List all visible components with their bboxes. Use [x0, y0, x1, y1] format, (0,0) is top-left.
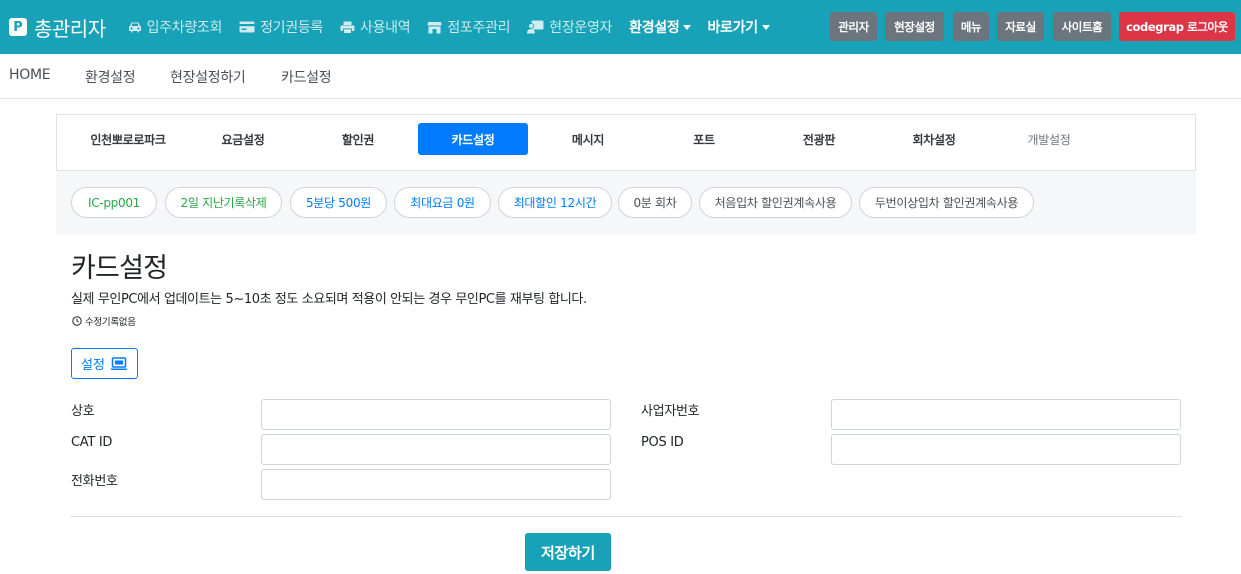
phone-number-label: 전화번호 — [71, 474, 118, 489]
tab-fee-settings[interactable]: 요금설정 — [188, 123, 298, 155]
history-text: 수정기록없음 — [85, 317, 136, 328]
nav-item-label: 사용내역 — [360, 20, 411, 36]
chip-site-code[interactable]: IC-pp001 — [71, 187, 157, 218]
tab-return-settings[interactable]: 회차설정 — [879, 123, 989, 155]
pos-id-label: POS ID — [641, 435, 684, 450]
company-name-label: 상호 — [71, 404, 95, 419]
menu-button[interactable]: 메뉴 — [953, 12, 989, 41]
chip-first-entry-discount[interactable]: 처음입차 할인권계속사용 — [699, 187, 852, 218]
tab-card-settings[interactable]: 카드설정 — [418, 123, 528, 155]
print-icon — [340, 21, 355, 34]
app-title: 총관리자 — [34, 16, 106, 41]
nav-item-label: 입주차량조회 — [146, 20, 223, 36]
site-setting-button[interactable]: 현장설정 — [885, 12, 944, 41]
nav-item-label: 현장운영자 — [549, 20, 613, 36]
nav-item-usage-history[interactable]: 사용내역 — [340, 17, 411, 37]
company-name-input[interactable] — [261, 399, 611, 430]
chip-return-time[interactable]: 0분 회차 — [618, 187, 692, 218]
car-icon — [128, 22, 141, 33]
breadcrumb-home[interactable]: HOME — [9, 67, 51, 83]
tab-message[interactable]: 메시지 — [533, 123, 643, 155]
store-icon — [427, 21, 442, 33]
nav-item-label: 정기권등록 — [260, 20, 323, 36]
logout-button[interactable]: codegrap 로그아웃 — [1119, 12, 1235, 41]
admin-button[interactable]: 관리자 — [830, 12, 877, 41]
nav-dropdown-label: 환경설정 — [629, 20, 680, 36]
page-title: 카드설정 — [71, 253, 168, 284]
nav-item-pass-register[interactable]: 정기권등록 — [239, 17, 323, 37]
chip-repeat-entry-discount[interactable]: 두번이상입차 할인권계속사용 — [859, 187, 1034, 218]
nav-dropdown-label: 바로가기 — [707, 20, 758, 36]
phone-number-input[interactable] — [261, 469, 611, 500]
page-description: 실제 무인PC에서 업데이트는 5~10초 정도 소요되며 적용이 안되는 경우… — [71, 292, 587, 307]
parking-logo-icon: P — [9, 18, 27, 36]
pos-id-input[interactable] — [831, 434, 1181, 465]
breadcrumb-env-settings[interactable]: 환경설정 — [85, 67, 136, 87]
brand[interactable]: P 총관리자 — [9, 13, 106, 42]
setting-button-label: 설정 — [81, 358, 105, 373]
tab-discount-ticket[interactable]: 할인권 — [303, 123, 413, 155]
clock-icon — [72, 316, 82, 326]
breadcrumb-card-settings[interactable]: 카드설정 — [281, 67, 332, 87]
resources-button[interactable]: 자료실 — [997, 12, 1044, 41]
site-home-button[interactable]: 사이트홈 — [1053, 12, 1111, 41]
business-number-label: 사업자번호 — [641, 404, 700, 419]
tab-dev-settings[interactable]: 개발설정 — [994, 123, 1104, 155]
tab-port[interactable]: 포트 — [649, 123, 759, 155]
cat-id-label: CAT ID — [71, 435, 113, 450]
chip-record-delete[interactable]: 2일 지난기록삭제 — [165, 187, 282, 218]
history-badge: 수정기록없음 — [72, 313, 136, 329]
business-number-input[interactable] — [831, 399, 1181, 430]
tab-site-name[interactable]: 인천뽀로로파크 — [73, 123, 183, 155]
nav-dropdown-shortcuts[interactable]: 바로가기 — [707, 17, 770, 37]
card-icon — [239, 21, 255, 33]
summary-chips: IC-pp001 2일 지난기록삭제 5분당 500원 최대요금 0원 최대할인… — [56, 171, 1196, 234]
nav-item-vehicle-lookup[interactable]: 입주차량조회 — [128, 17, 222, 37]
nav-item-label: 점포주관리 — [447, 20, 511, 36]
breadcrumb: HOME 환경설정 현장설정하기 카드설정 — [0, 54, 1241, 99]
cat-id-input[interactable] — [261, 434, 611, 465]
main-nav: 입주차량조회 정기권등록 사용내역 점포주관리 현장운영자 환경설정 바로가기 — [128, 0, 786, 54]
settings-tabs: 인천뽀로로파크 요금설정 할인권 카드설정 메시지 포트 전광판 회차설정 개발… — [56, 114, 1196, 171]
chip-max-fee[interactable]: 최대요금 0원 — [394, 187, 491, 218]
top-navbar: P 총관리자 입주차량조회 정기권등록 사용내역 점포주관리 현장운영자 환경설… — [0, 0, 1241, 54]
nav-item-store-owner[interactable]: 점포주관리 — [427, 17, 511, 37]
form-divider — [70, 516, 1182, 517]
caret-down-icon — [683, 25, 692, 30]
nav-dropdown-env-settings[interactable]: 환경설정 — [629, 17, 692, 37]
save-button[interactable]: 저장하기 — [525, 533, 611, 571]
chip-max-discount[interactable]: 최대할인 12시간 — [498, 187, 612, 218]
breadcrumb-site-settings[interactable]: 현장설정하기 — [170, 67, 246, 87]
laptop-icon — [110, 356, 128, 370]
chip-rate[interactable]: 5분당 500원 — [290, 187, 387, 218]
operator-icon — [527, 20, 544, 34]
setting-button[interactable]: 설정 — [71, 348, 138, 379]
nav-item-site-operator[interactable]: 현장운영자 — [527, 17, 612, 37]
tab-display-board[interactable]: 전광판 — [764, 123, 874, 155]
caret-down-icon — [761, 25, 770, 30]
